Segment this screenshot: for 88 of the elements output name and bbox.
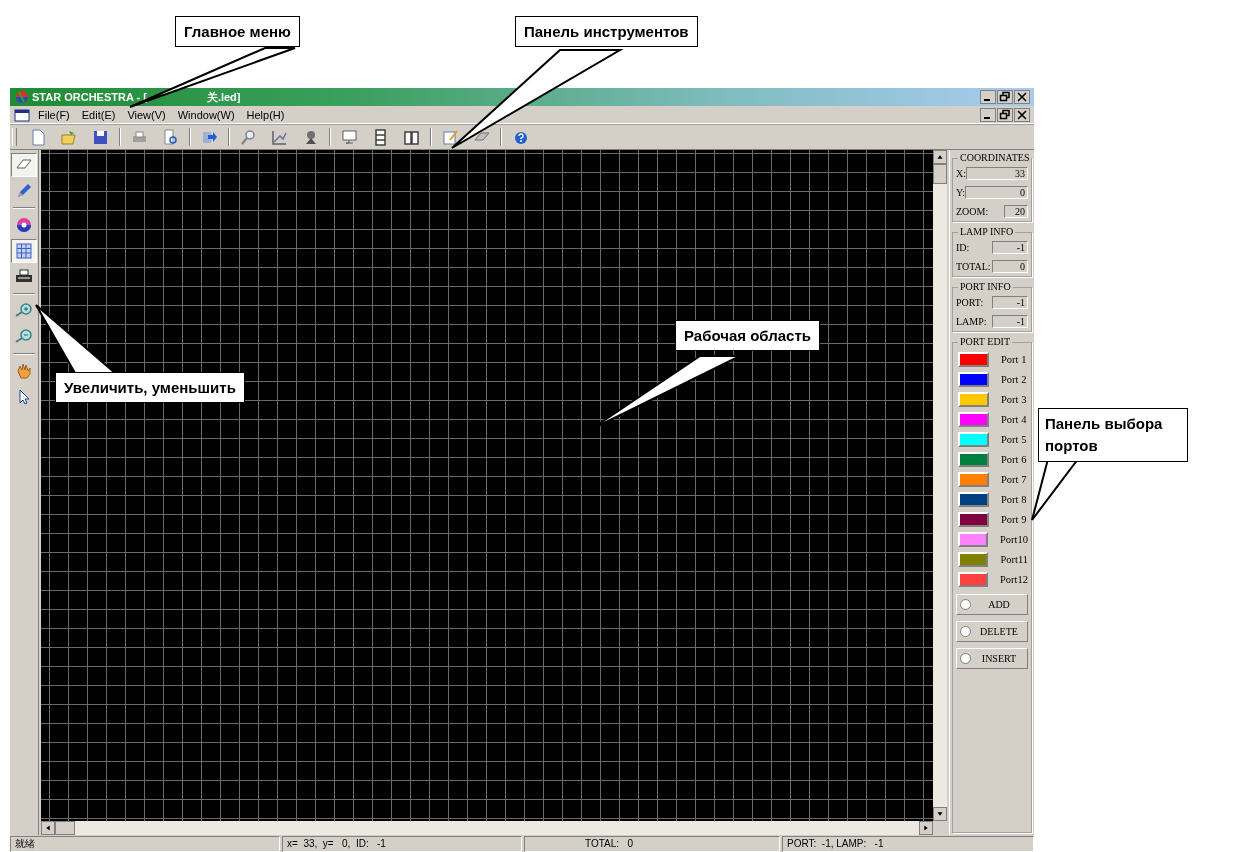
color-swatch-button[interactable] [958, 532, 988, 547]
color-swatch-button[interactable] [958, 552, 989, 567]
scroll-down-icon[interactable] [933, 807, 947, 821]
scroll-right-icon[interactable] [919, 821, 933, 835]
port-label: Port 2 [1001, 374, 1027, 385]
radio-icon[interactable] [960, 626, 971, 637]
restore-icon[interactable] [997, 90, 1013, 104]
group-title: PORT INFO [958, 281, 1013, 292]
color-swatch-button[interactable] [958, 372, 989, 387]
port-label: Port10 [1000, 534, 1028, 545]
scroll-up-icon[interactable] [933, 150, 947, 164]
field-label: ID: [956, 242, 970, 253]
port-label: Port 8 [1001, 494, 1027, 505]
menu-item[interactable]: File(F) [32, 108, 76, 121]
mode-radio-button[interactable]: ADD [956, 594, 1028, 615]
value-field[interactable]: -1 [992, 296, 1028, 309]
new-file-icon[interactable] [29, 127, 48, 147]
close-icon[interactable] [1014, 107, 1030, 122]
horizontal-scrollbar[interactable] [41, 821, 933, 835]
callout-label: Панель инструментов [515, 16, 698, 47]
scroll-thumb[interactable] [55, 821, 75, 835]
scroll-thumb[interactable] [933, 164, 947, 184]
window-title: 关.led] [206, 89, 241, 105]
value-field[interactable]: -1 [992, 315, 1028, 328]
color-swatch-button[interactable] [958, 392, 989, 407]
port-label: Port 5 [1001, 434, 1027, 445]
status-pane: TOTAL: 0 [524, 835, 780, 852]
field-label: Y: [956, 187, 966, 198]
mode-label: ADD [987, 599, 1011, 610]
field-label: TOTAL: [956, 261, 991, 272]
value-field[interactable]: -1 [992, 241, 1028, 254]
value-field[interactable]: 0 [965, 186, 1028, 199]
drawing-grid[interactable] [41, 150, 933, 821]
print-preview-icon[interactable] [161, 127, 180, 147]
app-logo-icon [14, 90, 30, 104]
mode-radio-button[interactable]: INSERT [956, 648, 1028, 669]
callout-label: Рабочая область [675, 320, 820, 351]
scroll-left-icon[interactable] [41, 821, 55, 835]
monitor-icon[interactable] [340, 127, 359, 147]
port-label: Port 4 [1001, 414, 1027, 425]
menu-item[interactable]: Window(W) [171, 108, 241, 121]
port-label: Port 1 [1001, 354, 1027, 365]
group-title: PORT EDIT [958, 336, 1013, 347]
grid-icon[interactable] [14, 241, 34, 261]
menu-item[interactable]: Edit(E) [75, 108, 122, 121]
port-label: Port11 [1000, 554, 1028, 565]
callout-label: Главное меню [175, 16, 300, 47]
color-swatch-button[interactable] [958, 412, 989, 427]
field-label: PORT: [956, 297, 984, 308]
callout-label: Увеличить, уменьшить [55, 372, 245, 403]
close-icon[interactable] [1014, 90, 1030, 104]
color-swatch-button[interactable] [958, 432, 989, 447]
value-field[interactable]: 0 [992, 260, 1028, 273]
color-swatch-button[interactable] [958, 572, 988, 587]
group-title: COORDINATES [958, 152, 1032, 163]
mode-radio-button[interactable]: DELETE [956, 621, 1028, 642]
field-label: LAMP: [956, 316, 987, 327]
value-field[interactable]: 20 [1004, 205, 1028, 218]
color-swatch-button[interactable] [958, 452, 989, 467]
port-label: Port12 [1000, 574, 1028, 585]
color-swatch-button[interactable] [958, 492, 989, 507]
port-label: Port 9 [1001, 514, 1027, 525]
restore-icon[interactable] [997, 107, 1013, 122]
minimize-icon[interactable] [980, 107, 996, 122]
status-pane: x= 33, y= 0, ID: -1 [282, 835, 522, 852]
mode-label: INSERT [980, 653, 1018, 664]
value-field[interactable]: 33 [966, 167, 1028, 180]
radio-icon[interactable] [960, 599, 971, 610]
status-pane: PORT: -1, LAMP: -1 [782, 835, 1034, 852]
search-icon[interactable] [239, 127, 258, 147]
status-pane: 就绪 [10, 835, 280, 852]
color-swatch-button[interactable] [958, 352, 989, 367]
hand-icon[interactable] [14, 361, 34, 381]
minimize-icon[interactable] [980, 90, 996, 104]
menu-item[interactable]: Help(H) [240, 108, 291, 121]
field-label: X: [956, 168, 966, 179]
color-swatch-button[interactable] [958, 512, 989, 527]
port-label: Port 6 [1001, 454, 1027, 465]
color-wheel-icon[interactable] [14, 215, 34, 235]
group-title: LAMP INFO [958, 226, 1016, 237]
mode-label: DELETE [979, 626, 1019, 637]
radio-icon[interactable] [960, 653, 971, 664]
port-label: Port 7 [1001, 474, 1027, 485]
field-label: ZOOM: [956, 206, 989, 217]
color-swatch-button[interactable] [958, 472, 989, 487]
menu-item[interactable]: View(V) [121, 108, 172, 121]
vertical-scrollbar[interactable] [933, 150, 947, 821]
port-label: Port 3 [1001, 394, 1027, 405]
